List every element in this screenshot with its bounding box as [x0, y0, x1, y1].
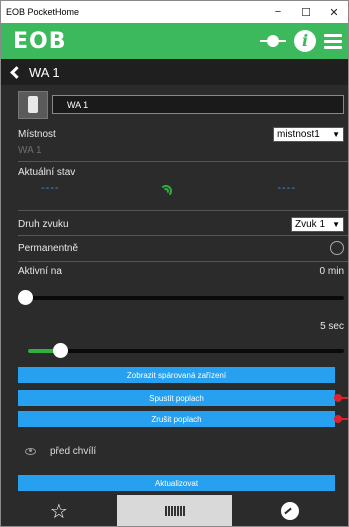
state-label: Aktuální stav — [18, 167, 76, 178]
active-slider[interactable] — [18, 290, 344, 305]
room-select[interactable]: mistnost1 ▼ — [273, 126, 344, 142]
menu-icon[interactable] — [324, 33, 342, 49]
room-subtext: WA 1 — [18, 145, 42, 156]
close-button[interactable]: ✕ — [320, 6, 348, 19]
app-bar: EOB i — [1, 23, 348, 59]
duration-slider[interactable] — [28, 343, 344, 358]
device-row — [1, 85, 348, 119]
state-status: ---- ---- — [1, 178, 348, 198]
permanent-row: Permanentně — [1, 240, 348, 256]
signal-icon — [159, 182, 175, 197]
device-image[interactable] — [18, 90, 48, 119]
radiator-icon — [164, 505, 185, 516]
duration-row: 5 sec — [1, 321, 348, 332]
eye-icon — [25, 447, 36, 455]
divider — [18, 261, 348, 262]
stop-alarm-label: Zrušit poplach — [151, 414, 202, 424]
permanent-radio[interactable] — [330, 241, 344, 255]
divider — [18, 235, 348, 236]
device-name-input[interactable] — [52, 95, 344, 114]
sound-select-value: Zvuk 1 — [295, 218, 326, 230]
appbar-icons: i — [260, 30, 342, 52]
bottom-tab-bar: ☆ — [1, 495, 348, 526]
tab-dashboard[interactable] — [232, 495, 348, 526]
active-value: 0 min — [319, 266, 344, 277]
divider — [18, 210, 348, 211]
gauge-icon — [281, 501, 300, 520]
plug-icon[interactable] — [260, 33, 286, 49]
alarm-indicator-icon — [334, 415, 342, 423]
state-row: Aktuální stav — [1, 167, 348, 178]
info-icon[interactable]: i — [294, 30, 316, 52]
alarm-indicator-icon — [334, 394, 342, 402]
chevron-down-icon: ▼ — [332, 129, 340, 139]
refresh-button[interactable]: Aktualizovat — [18, 475, 335, 491]
room-label: Místnost — [18, 128, 56, 140]
divider — [18, 161, 348, 162]
chevron-down-icon: ▼ — [332, 219, 340, 229]
state-left-value: ---- — [41, 182, 60, 194]
sound-row: Druh zvuku Zvuk 1 ▼ — [1, 216, 348, 232]
last-seen-row: před chvílí — [1, 441, 348, 461]
permanent-label: Permanentně — [18, 242, 79, 254]
stop-alarm-button[interactable]: Zrušit poplach — [18, 411, 348, 427]
duration-value: 5 sec — [320, 321, 344, 332]
maximize-button[interactable]: ☐ — [292, 6, 320, 19]
sound-label: Druh zvuku — [18, 218, 69, 230]
sound-select[interactable]: Zvuk 1 ▼ — [291, 216, 344, 232]
minimize-button[interactable]: − — [264, 6, 292, 18]
eob-logo: EOB — [13, 28, 67, 54]
page-header: WA 1 — [1, 59, 348, 85]
duration-slider-thumb[interactable] — [53, 343, 68, 358]
active-row: Aktivní na 0 min — [1, 266, 348, 277]
active-label: Aktivní na — [18, 266, 62, 277]
tab-heating[interactable] — [116, 495, 233, 526]
active-slider-thumb[interactable] — [18, 290, 33, 305]
last-seen-text: před chvílí — [50, 445, 97, 457]
start-alarm-button[interactable]: Spustit poplach — [18, 390, 348, 406]
start-alarm-label: Spustit poplach — [149, 393, 204, 403]
tab-favorites[interactable]: ☆ — [1, 495, 117, 526]
page-title: WA 1 — [29, 64, 60, 80]
room-row: Místnost mistnost1 ▼ — [1, 126, 348, 142]
show-paired-button[interactable]: Zobrazit spárovaná zařízení — [18, 367, 335, 383]
app-window: EOB PocketHome − ☐ ✕ EOB i WA 1 Místnost… — [0, 0, 349, 527]
back-icon[interactable] — [10, 65, 23, 79]
window-title: EOB PocketHome — [6, 7, 80, 17]
star-icon: ☆ — [49, 498, 68, 523]
room-select-value: mistnost1 — [277, 128, 320, 140]
window-titlebar: EOB PocketHome − ☐ ✕ — [1, 1, 348, 23]
state-right-value: ---- — [277, 182, 296, 194]
